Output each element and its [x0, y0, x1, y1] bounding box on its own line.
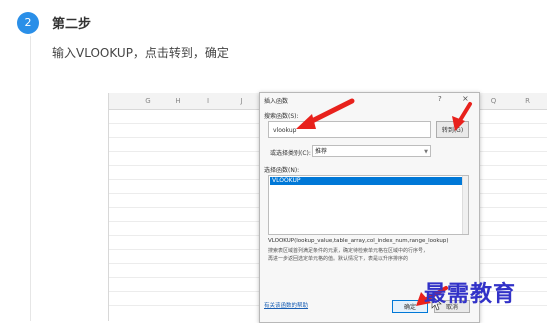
- category-label: 或选择类别(C):: [270, 150, 311, 157]
- dialog-title: 插入函数: [264, 98, 289, 105]
- close-icon[interactable]: ×: [462, 94, 469, 103]
- step-number-badge: 2: [17, 12, 39, 34]
- column-header-corner: [109, 93, 134, 110]
- step-connector-line: [30, 36, 31, 321]
- goto-button[interactable]: 转到(G): [436, 121, 469, 138]
- column-header-i[interactable]: I: [193, 93, 224, 110]
- step-title: 第二步: [52, 17, 92, 32]
- step-description: 输入VLOOKUP，点击转到，确定: [52, 46, 229, 60]
- function-list-label: 选择函数(N):: [264, 167, 300, 174]
- category-value: 推荐: [315, 148, 328, 155]
- help-icon[interactable]: ?: [438, 95, 442, 103]
- watermark-logo: 最需教育: [424, 281, 517, 307]
- column-header-h[interactable]: H: [163, 93, 194, 110]
- column-header-g[interactable]: G: [133, 93, 164, 110]
- function-description: 搜索表区域首列满足条件的元素，确定待检索单元格在区域中的行序号， 再进一步返回选…: [268, 247, 473, 263]
- search-function-input[interactable]: vlookup: [268, 121, 431, 138]
- column-header-q[interactable]: Q: [480, 93, 508, 110]
- chevron-down-icon: ▼: [424, 149, 428, 155]
- column-header-j[interactable]: J: [223, 93, 261, 110]
- category-select[interactable]: 推荐 ▼: [312, 145, 431, 157]
- function-list-item-vlookup[interactable]: VLOOKUP: [270, 177, 466, 185]
- function-list-scrollbar[interactable]: [462, 176, 468, 234]
- function-description-line-1: 搜索表区域首列满足条件的元素，确定待检索单元格在区域中的行序号，: [268, 248, 429, 254]
- function-help-link[interactable]: 有关该函数的帮助: [264, 301, 308, 309]
- column-header-r[interactable]: R: [507, 93, 547, 110]
- search-function-label: 搜索函数(S):: [264, 113, 299, 120]
- function-list[interactable]: VLOOKUP: [268, 175, 469, 235]
- function-description-line-2: 再进一步返回选定单元格的值。默认情况下，表是以升序排序的: [268, 256, 409, 262]
- function-syntax: VLOOKUP(lookup_value,table_array,col_ind…: [268, 238, 449, 244]
- ok-button[interactable]: 确定: [392, 300, 428, 313]
